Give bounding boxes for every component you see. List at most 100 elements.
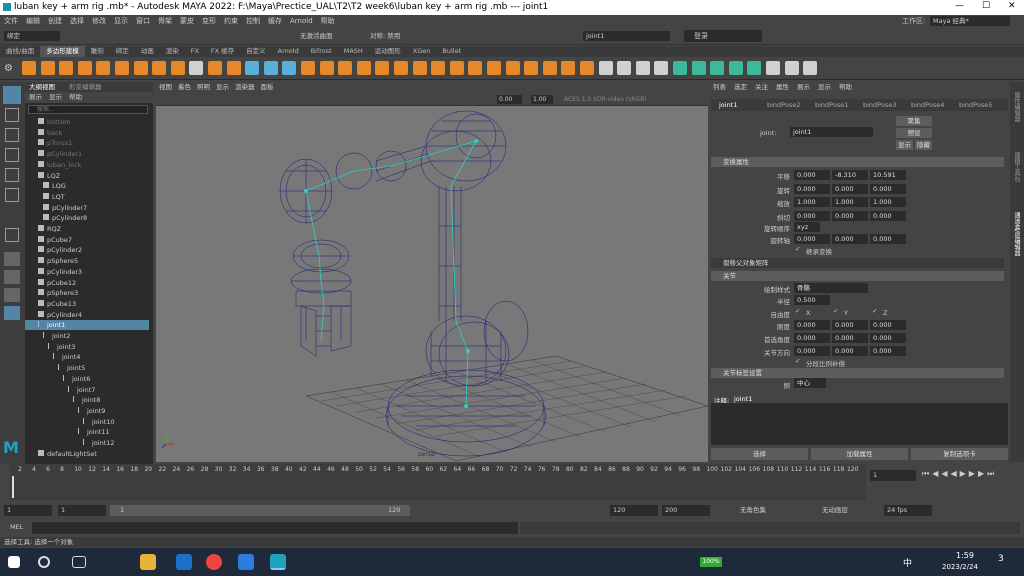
ae-tab[interactable]: bindPose5 (959, 101, 992, 109)
joint-section[interactable]: 关节 (711, 271, 1004, 281)
shelf-tool-icon[interactable] (170, 61, 185, 75)
scale-tool-icon[interactable] (5, 188, 19, 202)
shelf-tab[interactable]: Bullet (436, 46, 467, 57)
close-button[interactable]: ✕ (1008, 1, 1016, 11)
outliner-item[interactable]: pTorus1 (25, 138, 149, 148)
start-time-field[interactable]: 1 (4, 505, 52, 516)
transform-value-field[interactable]: 0.000 (794, 210, 830, 221)
current-frame-field[interactable]: 1 (870, 470, 916, 481)
outliner-item[interactable]: joint1 (25, 320, 149, 331)
shelf-tool-icon[interactable] (338, 61, 353, 75)
minimize-button[interactable]: — (955, 1, 964, 11)
lasso-tool-icon[interactable] (5, 108, 19, 122)
tab-shape-editor[interactable]: 形变编辑器 (69, 82, 102, 92)
shelf-tool-icon[interactable] (394, 61, 408, 75)
outliner-menu-help[interactable]: 帮助 (69, 92, 82, 103)
shelf-tool-icon[interactable] (263, 61, 278, 75)
shelf-tab[interactable]: 渲染 (160, 46, 185, 57)
mail-icon[interactable] (176, 554, 192, 570)
outliner-item[interactable]: joint6 (25, 374, 149, 384)
four-view-icon[interactable] (4, 270, 20, 284)
chrome-icon[interactable] (206, 554, 222, 570)
shelf-tab[interactable]: 运动图形 (369, 46, 407, 57)
outliner-item[interactable]: pSphere5 (25, 256, 149, 266)
outliner-item[interactable]: pCube13 (25, 299, 149, 309)
live-surface-label[interactable]: 无激活曲面 (300, 31, 333, 41)
dof-z-checkbox[interactable]: ✓ (872, 307, 877, 315)
outliner-item[interactable]: pCylinder2 (25, 245, 149, 255)
outliner-item[interactable]: pCube12 (25, 278, 149, 288)
workspace-dropdown[interactable]: Maya 经典* (930, 16, 1010, 26)
select-button[interactable]: 选择 (711, 448, 808, 460)
maximize-button[interactable]: ☐ (982, 1, 990, 11)
gear-icon[interactable]: ⚙ (4, 63, 13, 74)
fps-dropdown[interactable]: 24 fps (884, 505, 932, 516)
file-explorer-icon[interactable] (140, 554, 156, 570)
ae-tab[interactable]: bindPose3 (863, 101, 896, 109)
menu-set-dropdown[interactable]: 绑定 (4, 31, 60, 41)
shelf-tool-icon[interactable] (319, 61, 334, 75)
shelf-tab[interactable]: FX 缓存 (205, 46, 240, 57)
ae-tab[interactable]: bindPose4 (911, 101, 944, 109)
viewport-menu-item[interactable]: 面板 (258, 82, 277, 93)
dof-x-checkbox[interactable]: ✓ (795, 307, 800, 315)
show-button[interactable]: 显示 (896, 140, 913, 150)
menu-item[interactable]: 修改 (88, 15, 110, 27)
outliner-item[interactable]: luban_lock (25, 160, 149, 170)
windows-start-icon[interactable] (8, 556, 20, 568)
shelf-tool-icon[interactable] (282, 61, 297, 75)
transform-value-field[interactable]: 0.000 (832, 183, 868, 194)
menu-item[interactable]: 编辑 (22, 15, 44, 27)
shelf-tool-icon[interactable] (803, 61, 818, 75)
outliner-item[interactable]: LQG (25, 181, 149, 191)
menu-item[interactable]: 控制 (242, 15, 264, 27)
shelf-tool-icon[interactable] (580, 61, 594, 75)
ae-menu-item[interactable]: 列表 (709, 82, 730, 93)
menu-item[interactable]: 变形 (198, 15, 220, 27)
stiffness-field[interactable]: 0.000 (870, 320, 906, 330)
menu-item[interactable]: 显示 (110, 15, 132, 27)
shelf-tool-icon[interactable] (766, 61, 780, 75)
shelf-tool-icon[interactable] (635, 61, 650, 75)
outliner-item[interactable]: joint7 (25, 385, 149, 395)
shelf-tab[interactable]: Bifrost (305, 46, 338, 57)
rotate-order-dropdown[interactable]: xyz (794, 222, 820, 232)
shelf-tool-icon[interactable] (245, 61, 260, 75)
ae-tab[interactable]: bindPose2 (767, 101, 800, 109)
pref-angle-field[interactable]: 0.000 (870, 333, 906, 343)
side-tab-modeling-toolkit[interactable]: 建模工具包 (1013, 152, 1021, 202)
exposure-field[interactable]: 0.00 (497, 95, 522, 104)
shelf-tab[interactable]: 多边形建模 (40, 46, 85, 57)
maya-taskbar-icon[interactable] (270, 554, 286, 570)
joint-orient-field[interactable]: 0.000 (832, 346, 868, 356)
rotate-axis-z[interactable]: 0.000 (870, 234, 906, 244)
shelf-tab[interactable]: FX (185, 46, 205, 57)
notes-textarea[interactable] (711, 403, 1008, 445)
transform-value-field[interactable]: 0.000 (870, 210, 906, 221)
viewport-menu-item[interactable]: 渲染器 (232, 82, 258, 93)
shelf-tab[interactable]: 曲线/曲面 (0, 46, 40, 57)
outliner-item[interactable]: bottom (25, 117, 149, 127)
outliner-menu-show[interactable]: 显示 (49, 92, 62, 103)
playback-controls[interactable]: ⏮◀◀◀▶▶▶⏭ (922, 469, 1018, 481)
shelf-tab[interactable]: 绑定 (110, 46, 135, 57)
ae-menu-item[interactable]: 关注 (751, 82, 772, 93)
mel-label[interactable]: MEL (10, 523, 23, 531)
shelf-tool-icon[interactable] (617, 61, 632, 75)
outliner-item[interactable]: joint8 (25, 395, 149, 405)
shelf-tool-icon[interactable] (115, 61, 129, 75)
task-view-icon[interactable] (72, 556, 86, 568)
rotate-tool-icon[interactable] (5, 168, 19, 182)
outliner-item[interactable]: RQZ (25, 224, 149, 234)
ae-tab[interactable]: bindPose1 (815, 101, 848, 109)
shelf-tool-icon[interactable] (468, 61, 483, 75)
menu-item[interactable]: Arnold (286, 15, 317, 27)
outliner-item[interactable]: joint9 (25, 406, 149, 416)
anim-layer-dropdown[interactable]: 无动画层 (822, 505, 848, 516)
ae-tab[interactable]: joint1 (719, 101, 737, 109)
transform-value-field[interactable]: 0.000 (794, 170, 830, 180)
menu-item[interactable]: 蒙皮 (176, 15, 198, 27)
shelf-tool-icon[interactable] (710, 61, 725, 75)
focus-button[interactable]: 聚集 (896, 116, 932, 126)
outliner-item[interactable]: joint3 (25, 342, 149, 352)
